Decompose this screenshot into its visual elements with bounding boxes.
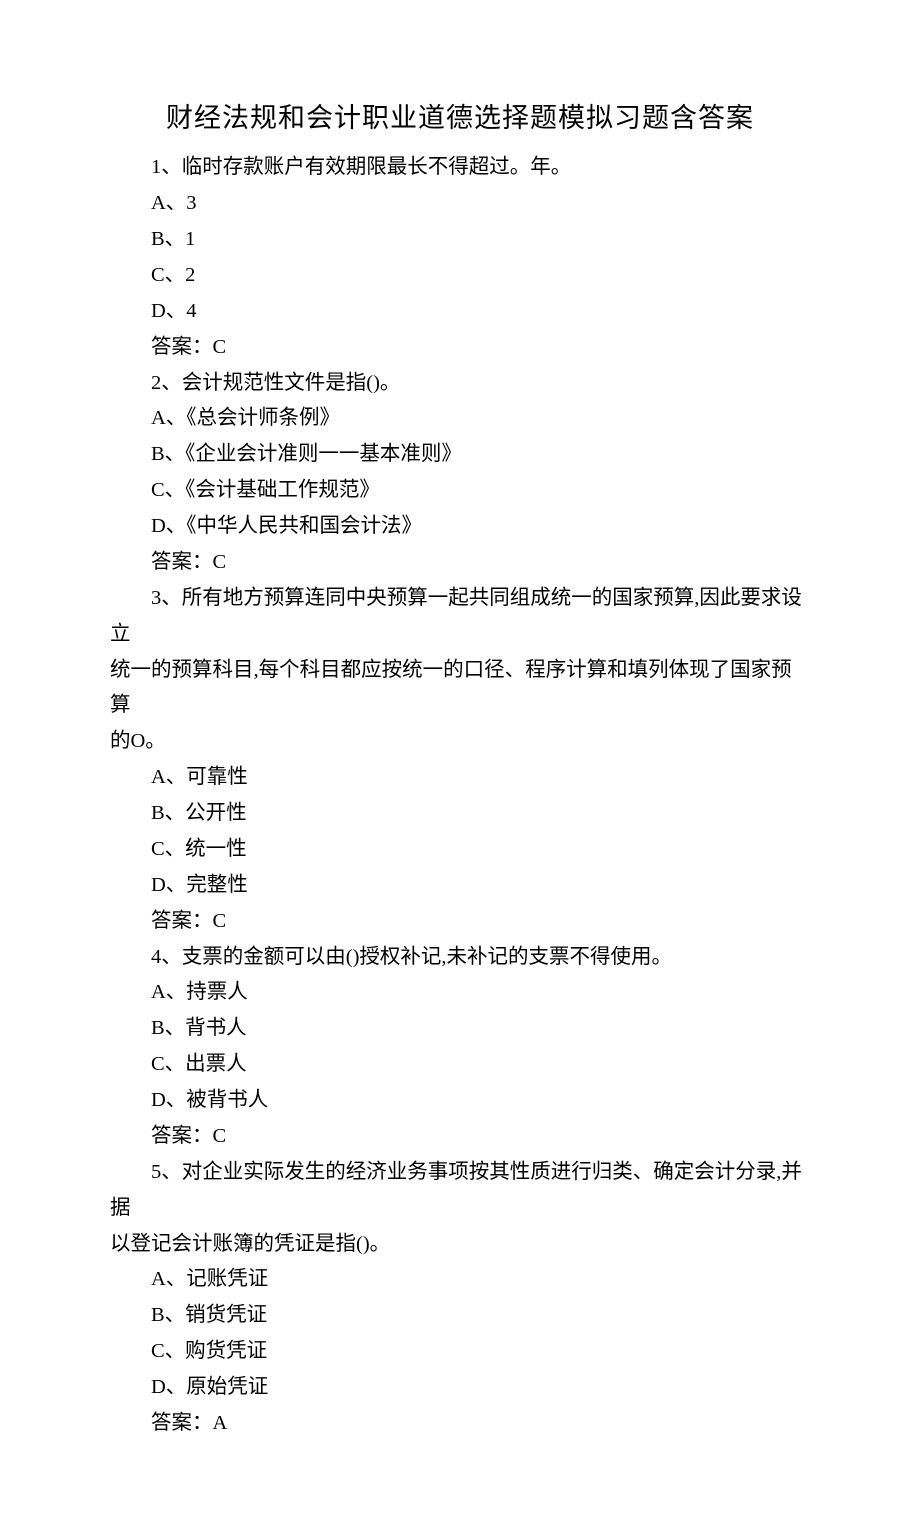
q1-option-d: D、4 — [110, 294, 810, 330]
q1-option-b: B、1 — [110, 222, 810, 258]
q4-stem: 4、支票的金额可以由()授权补记,未补记的支票不得使用。 — [110, 940, 810, 976]
q3-stem-line2: 统一的预算科目,每个科目都应按统一的口径、程序计算和填列体现了国家预算 — [110, 653, 810, 725]
q2-option-a: A、《总会计师条例》 — [110, 401, 810, 437]
q5-option-b: B、销货凭证 — [110, 1298, 810, 1334]
q4-option-d: D、被背书人 — [110, 1083, 810, 1119]
q4-option-c: C、出票人 — [110, 1047, 810, 1083]
q1-option-c: C、2 — [110, 258, 810, 294]
q3-option-d: D、完整性 — [110, 868, 810, 904]
q5-stem-line2: 以登记会计账簿的凭证是指()。 — [110, 1227, 810, 1263]
q1-answer: 答案：C — [110, 330, 810, 366]
document-page: 财经法规和会计职业道德选择题模拟习题含答案 1、临时存款账户有效期限最长不得超过… — [0, 0, 920, 1522]
q4-answer: 答案：C — [110, 1119, 810, 1155]
document-title: 财经法规和会计职业道德选择题模拟习题含答案 — [110, 95, 810, 142]
q5-option-a: A、记账凭证 — [110, 1262, 810, 1298]
q1-stem: 1、临时存款账户有效期限最长不得超过。年。 — [110, 150, 810, 186]
q2-option-c: C、《会计基础工作规范》 — [110, 473, 810, 509]
q3-answer: 答案：C — [110, 904, 810, 940]
q3-option-b: B、公开性 — [110, 796, 810, 832]
q5-option-c: C、购货凭证 — [110, 1334, 810, 1370]
q3-option-a: A、可靠性 — [110, 760, 810, 796]
q3-stem-line3: 的O。 — [110, 724, 810, 760]
q1-option-a: A、3 — [110, 186, 810, 222]
q2-option-d: D、《中华人民共和国会计法》 — [110, 509, 810, 545]
q4-option-a: A、持票人 — [110, 975, 810, 1011]
q3-stem-line1: 3、所有地方预算连同中央预算一起共同组成统一的国家预算,因此要求设立 — [110, 581, 810, 653]
q3-option-c: C、统一性 — [110, 832, 810, 868]
q5-option-d: D、原始凭证 — [110, 1370, 810, 1406]
q2-option-b: B、《企业会计准则一一基本准则》 — [110, 437, 810, 473]
q2-stem: 2、会计规范性文件是指()。 — [110, 366, 810, 402]
q5-stem-line1: 5、对企业实际发生的经济业务事项按其性质进行归类、确定会计分录,并据 — [110, 1155, 810, 1227]
q4-option-b: B、背书人 — [110, 1011, 810, 1047]
q2-answer: 答案：C — [110, 545, 810, 581]
q5-answer: 答案：A — [110, 1406, 810, 1442]
